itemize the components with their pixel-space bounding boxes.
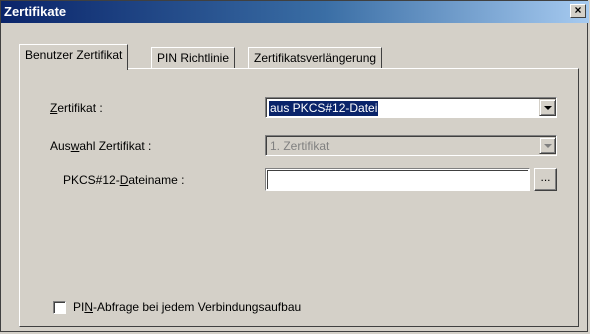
tab-label: Zertifikatsverlängerung (254, 51, 377, 65)
tab-zertifikatsverlaengerung[interactable]: Zertifikatsverlängerung (248, 47, 383, 69)
browse-button[interactable]: ... (534, 168, 557, 191)
auswahl-zertifikat-value: 1. Zertifikat (270, 139, 330, 153)
dateiname-label: PKCS#12-Dateiname : (63, 173, 185, 187)
chevron-down-icon (544, 106, 552, 110)
zertifikat-label: Zertifikat : (50, 101, 103, 115)
close-button[interactable]: × (570, 4, 586, 18)
zertifikat-dropdown-button[interactable] (539, 99, 556, 116)
auswahl-dropdown-button[interactable] (539, 137, 556, 154)
zertifikat-select[interactable]: aus PKCS#12-Datei (265, 97, 557, 118)
title-bar[interactable]: Zertifikate × (1, 1, 589, 23)
browse-label: ... (540, 170, 551, 184)
tab-benutzer-zertifikat[interactable]: Benutzer Zertifikat (19, 44, 129, 70)
tab-pin-richtlinie[interactable]: PIN Richtlinie (151, 47, 236, 69)
zertifikat-value: aus PKCS#12-Datei (269, 101, 379, 116)
dateiname-field[interactable] (265, 168, 530, 191)
tab-label: Benutzer Zertifikat (25, 48, 123, 62)
close-icon: × (574, 3, 582, 17)
pin-abfrage-label[interactable]: PIN-Abfrage bei jedem Verbindungsaufbau (73, 300, 301, 314)
chevron-down-icon (544, 144, 552, 148)
dateiname-input[interactable] (267, 170, 528, 189)
window-title: Zertifikate (4, 4, 67, 19)
zertifikate-dialog: Zertifikate × Benutzer Zertifikat PIN Ri… (0, 0, 589, 332)
auswahl-zertifikat-label: Auswahl Zertifikat : (50, 139, 152, 153)
tab-label: PIN Richtlinie (157, 51, 230, 65)
pin-abfrage-checkbox[interactable] (53, 301, 66, 314)
auswahl-zertifikat-select[interactable]: 1. Zertifikat (265, 135, 557, 156)
